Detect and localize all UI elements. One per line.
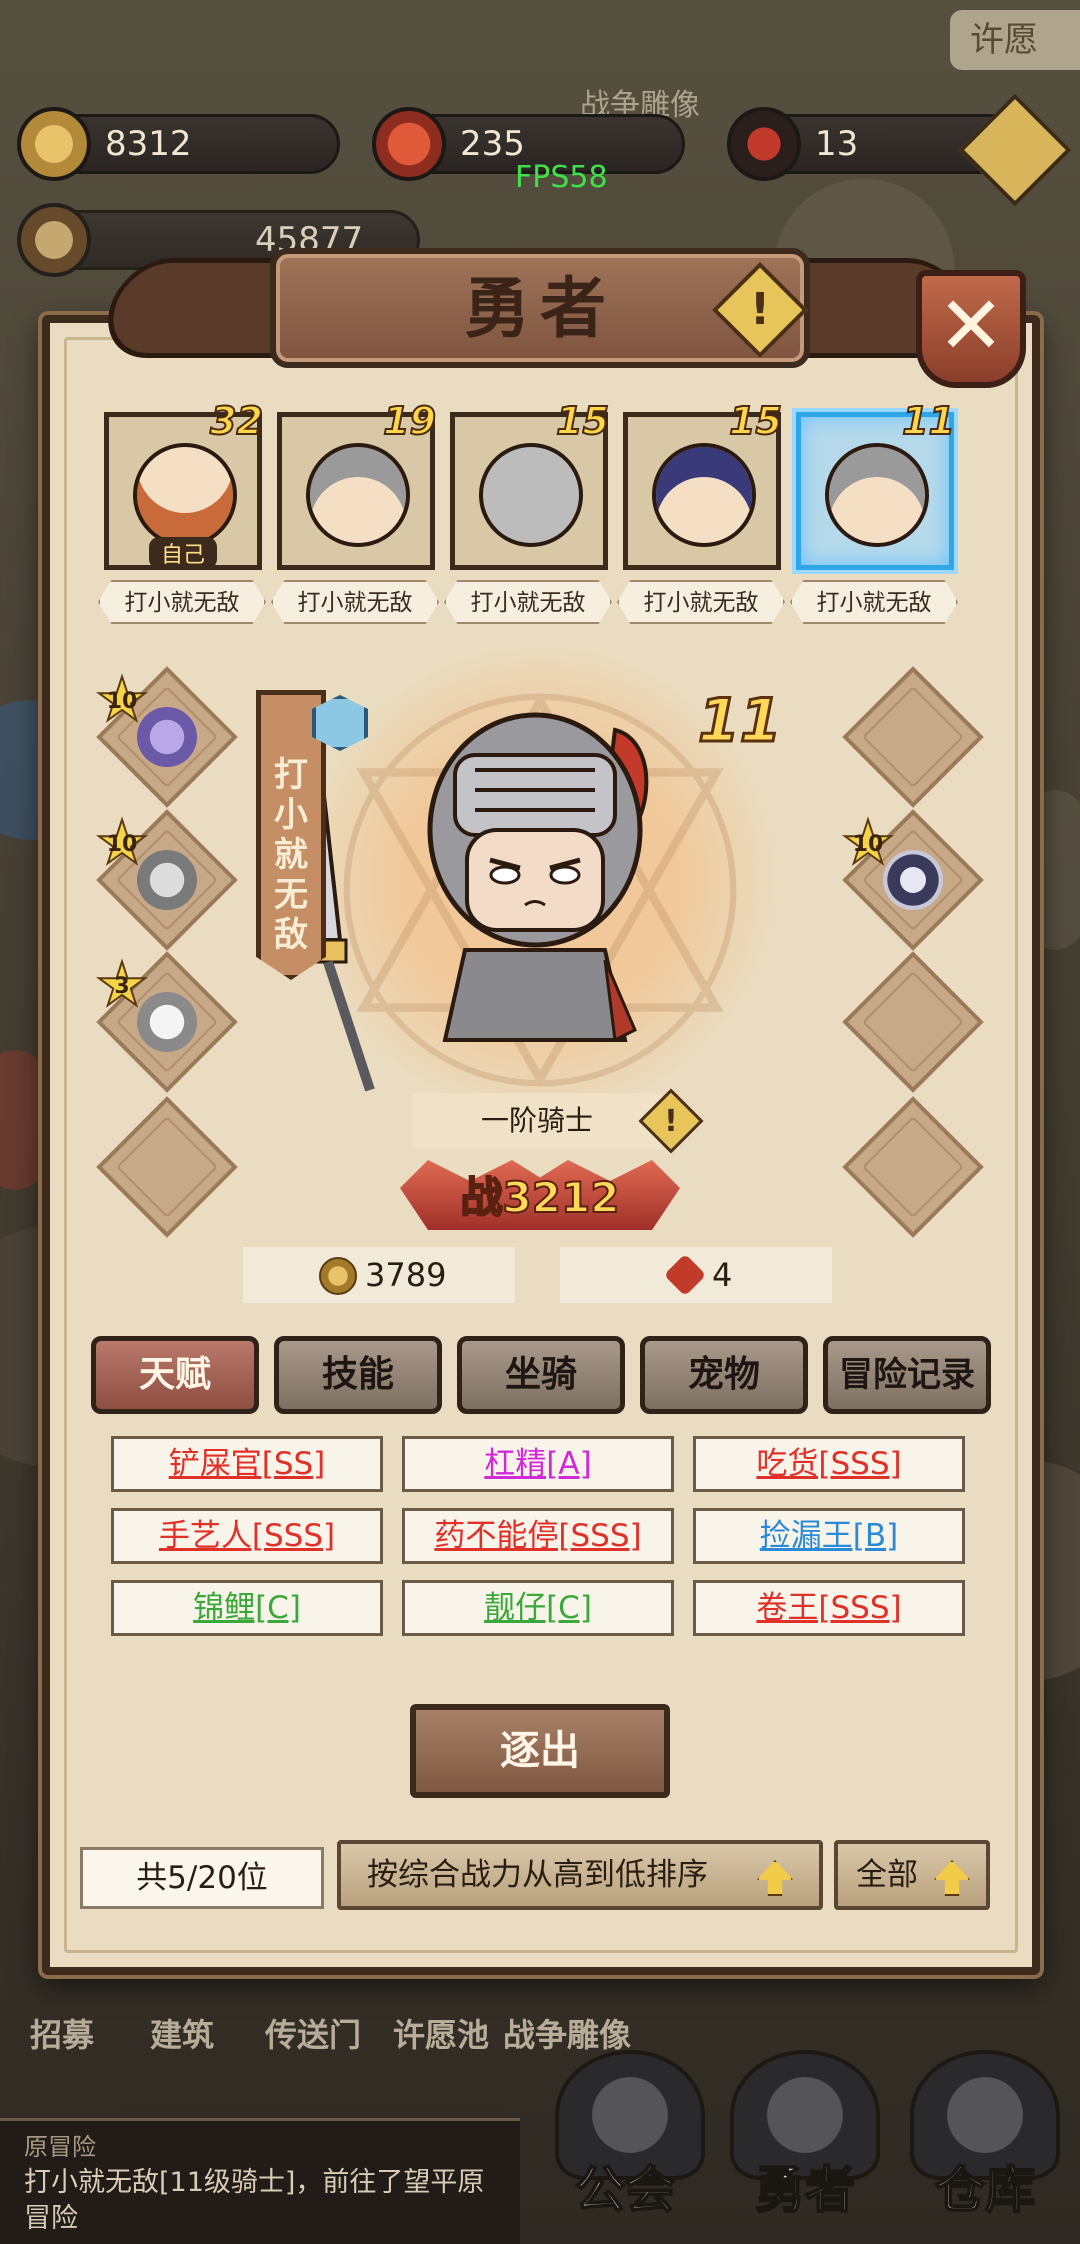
nav-portal[interactable]: 传送门 xyxy=(265,2010,361,2056)
hero-name-5: 打小就无敌 xyxy=(790,580,958,624)
tab-heroes[interactable]: 勇者 xyxy=(720,2150,890,2230)
log-title: 原冒险 xyxy=(24,2133,96,2161)
hero-gold-value: 3789 xyxy=(365,1256,447,1294)
hero-card-1[interactable]: 32 自己 xyxy=(104,398,264,570)
gold-counter[interactable]: 8312 xyxy=(17,107,340,181)
hero-portrait xyxy=(306,443,410,547)
hero-title-text: 打小就无敌 xyxy=(274,755,308,955)
hero-portrait xyxy=(479,443,583,547)
hero-portrait xyxy=(825,443,929,547)
hero-gold-stat: 3789 xyxy=(243,1247,515,1303)
talent-item[interactable]: 捡漏王[B] xyxy=(693,1508,965,1564)
tab-warehouse[interactable]: 仓库 xyxy=(900,2150,1070,2230)
sort-button[interactable]: 按综合战力从高到低排序 xyxy=(337,1840,823,1910)
gold-value: 8312 xyxy=(105,124,192,164)
tab-skill[interactable]: 技能 xyxy=(274,1336,442,1414)
adventure-log[interactable]: 原冒险 打小就无敌[11级骑士]，前往了望平原冒险 xyxy=(0,2118,520,2244)
equip-stars: 10 xyxy=(106,832,138,857)
hero-honor-value: 4 xyxy=(712,1256,733,1294)
hero-level-display: 11 xyxy=(697,685,783,758)
gold-coin-icon xyxy=(319,1257,357,1295)
hero-card-4[interactable]: 15 xyxy=(623,398,783,570)
sort-label: 按综合战力从高到低排序 xyxy=(367,1857,708,1893)
log-text: 打小就无敌[11级骑士]，前往了望平原冒险 xyxy=(24,2167,485,2234)
building-nav: 招募 建筑 传送门 许愿池 战争雕像 xyxy=(0,1990,1080,2060)
equip-stars: 3 xyxy=(114,974,130,999)
talent-item[interactable]: 手艺人[SSS] xyxy=(111,1508,383,1564)
hero-card-3[interactable]: 15 xyxy=(450,398,610,570)
tab-mount[interactable]: 坐骑 xyxy=(457,1336,625,1414)
tab-pet[interactable]: 宠物 xyxy=(640,1336,808,1414)
talent-item[interactable]: 靓仔[C] xyxy=(402,1580,674,1636)
honor-shield-icon xyxy=(663,1253,707,1297)
hero-name-1: 打小就无敌 xyxy=(98,580,266,624)
hero-level: 11 xyxy=(901,398,956,444)
hero-portrait xyxy=(133,443,237,547)
hero-power: 战3212 xyxy=(460,1172,621,1223)
talent-item[interactable]: 药不能停[SSS] xyxy=(402,1508,674,1564)
talent-item[interactable]: 铲屎官[SS] xyxy=(111,1436,383,1492)
tab-adventure-log[interactable]: 冒险记录 xyxy=(823,1336,991,1414)
wish-label[interactable]: 许愿 xyxy=(950,10,1080,70)
hero-portrait xyxy=(652,443,756,547)
knight-portrait xyxy=(427,712,649,1043)
emblem-icon xyxy=(17,203,91,277)
arrow-up-icon xyxy=(934,1860,970,1896)
spirit-orb-icon xyxy=(727,107,801,181)
hero-honor-stat: 4 xyxy=(560,1247,832,1303)
fps-counter: FPS58 xyxy=(515,160,608,195)
spirit-value: 13 xyxy=(815,124,859,164)
hero-count: 共5/20位 xyxy=(80,1847,324,1909)
honor-value: 235 xyxy=(460,124,525,164)
talent-item[interactable]: 吃货[SSS] xyxy=(693,1436,965,1492)
arrow-up-icon xyxy=(757,1860,793,1896)
talent-item[interactable]: 锦鲤[C] xyxy=(111,1580,383,1636)
nav-wishing-well[interactable]: 许愿池 xyxy=(393,2010,489,2056)
tab-guild[interactable]: 公会 xyxy=(540,2150,710,2230)
nav-recruit[interactable]: 招募 xyxy=(30,2010,94,2056)
equip-stars: 10 xyxy=(106,689,138,714)
hero-level: 15 xyxy=(728,398,783,444)
nav-war-statue[interactable]: 战争雕像 xyxy=(503,2010,631,2056)
info-symbol: ! xyxy=(749,284,771,335)
honor-shield-icon xyxy=(372,107,446,181)
nav-building[interactable]: 建筑 xyxy=(150,2010,214,2056)
hero-level: 15 xyxy=(555,398,610,444)
info-symbol: ! xyxy=(664,1104,678,1139)
hero-card-2[interactable]: 19 xyxy=(277,398,437,570)
talent-item[interactable]: 杠精[A] xyxy=(402,1436,674,1492)
tab-talent[interactable]: 天赋 xyxy=(91,1336,259,1414)
close-button[interactable]: ✕ xyxy=(916,270,1026,388)
filter-label: 全部 xyxy=(856,1857,918,1893)
gold-coin-icon xyxy=(17,107,91,181)
hero-level: 32 xyxy=(209,398,264,444)
self-tag: 自己 xyxy=(149,537,218,569)
hero-name-4: 打小就无敌 xyxy=(617,580,785,624)
expel-button[interactable]: 逐出 xyxy=(410,1704,670,1798)
hero-name-3: 打小就无敌 xyxy=(444,580,612,624)
talent-item[interactable]: 卷王[SSS] xyxy=(693,1580,965,1636)
filter-button[interactable]: 全部 xyxy=(834,1840,990,1910)
hero-class: 一阶骑士 xyxy=(412,1093,662,1149)
hero-name-2: 打小就无敌 xyxy=(271,580,439,624)
hero-level: 19 xyxy=(382,398,437,444)
equip-stars: 10 xyxy=(852,832,884,857)
hero-card-5[interactable]: 11 xyxy=(796,398,956,570)
